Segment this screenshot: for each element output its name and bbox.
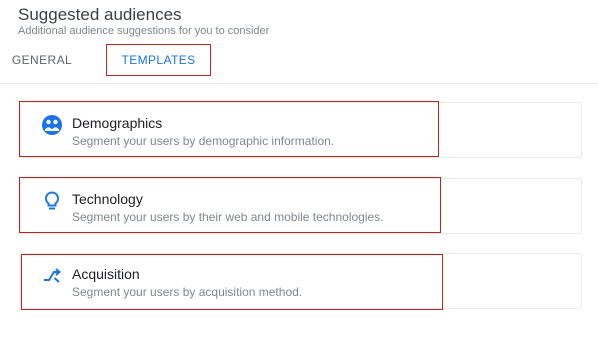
template-card-technology[interactable]: Technology Segment your users by their w… — [20, 178, 582, 234]
tab-general[interactable]: GENERAL — [6, 44, 78, 76]
template-title: Technology — [72, 191, 143, 207]
tab-divider — [0, 83, 598, 84]
template-title: Demographics — [72, 115, 163, 131]
demographics-icon — [41, 114, 63, 136]
template-title: Acquisition — [72, 266, 140, 282]
panel-subtitle: Additional audience suggestions for you … — [18, 25, 270, 37]
suggested-audiences-panel: Suggested audiences Additional audience … — [0, 0, 598, 337]
panel-title: Suggested audiences — [18, 5, 182, 24]
tab-templates[interactable]: TEMPLATES — [106, 44, 211, 76]
template-card-acquisition[interactable]: Acquisition Segment your users by acquis… — [20, 253, 582, 309]
tab-bar: GENERAL TEMPLATES — [0, 44, 598, 84]
lightbulb-icon — [41, 190, 63, 212]
acquisition-icon — [41, 265, 63, 287]
template-description: Segment your users by demographic inform… — [72, 134, 335, 148]
template-description: Segment your users by acquisition method… — [72, 285, 303, 299]
template-description: Segment your users by their web and mobi… — [72, 210, 384, 224]
template-card-demographics[interactable]: Demographics Segment your users by demog… — [20, 102, 582, 158]
